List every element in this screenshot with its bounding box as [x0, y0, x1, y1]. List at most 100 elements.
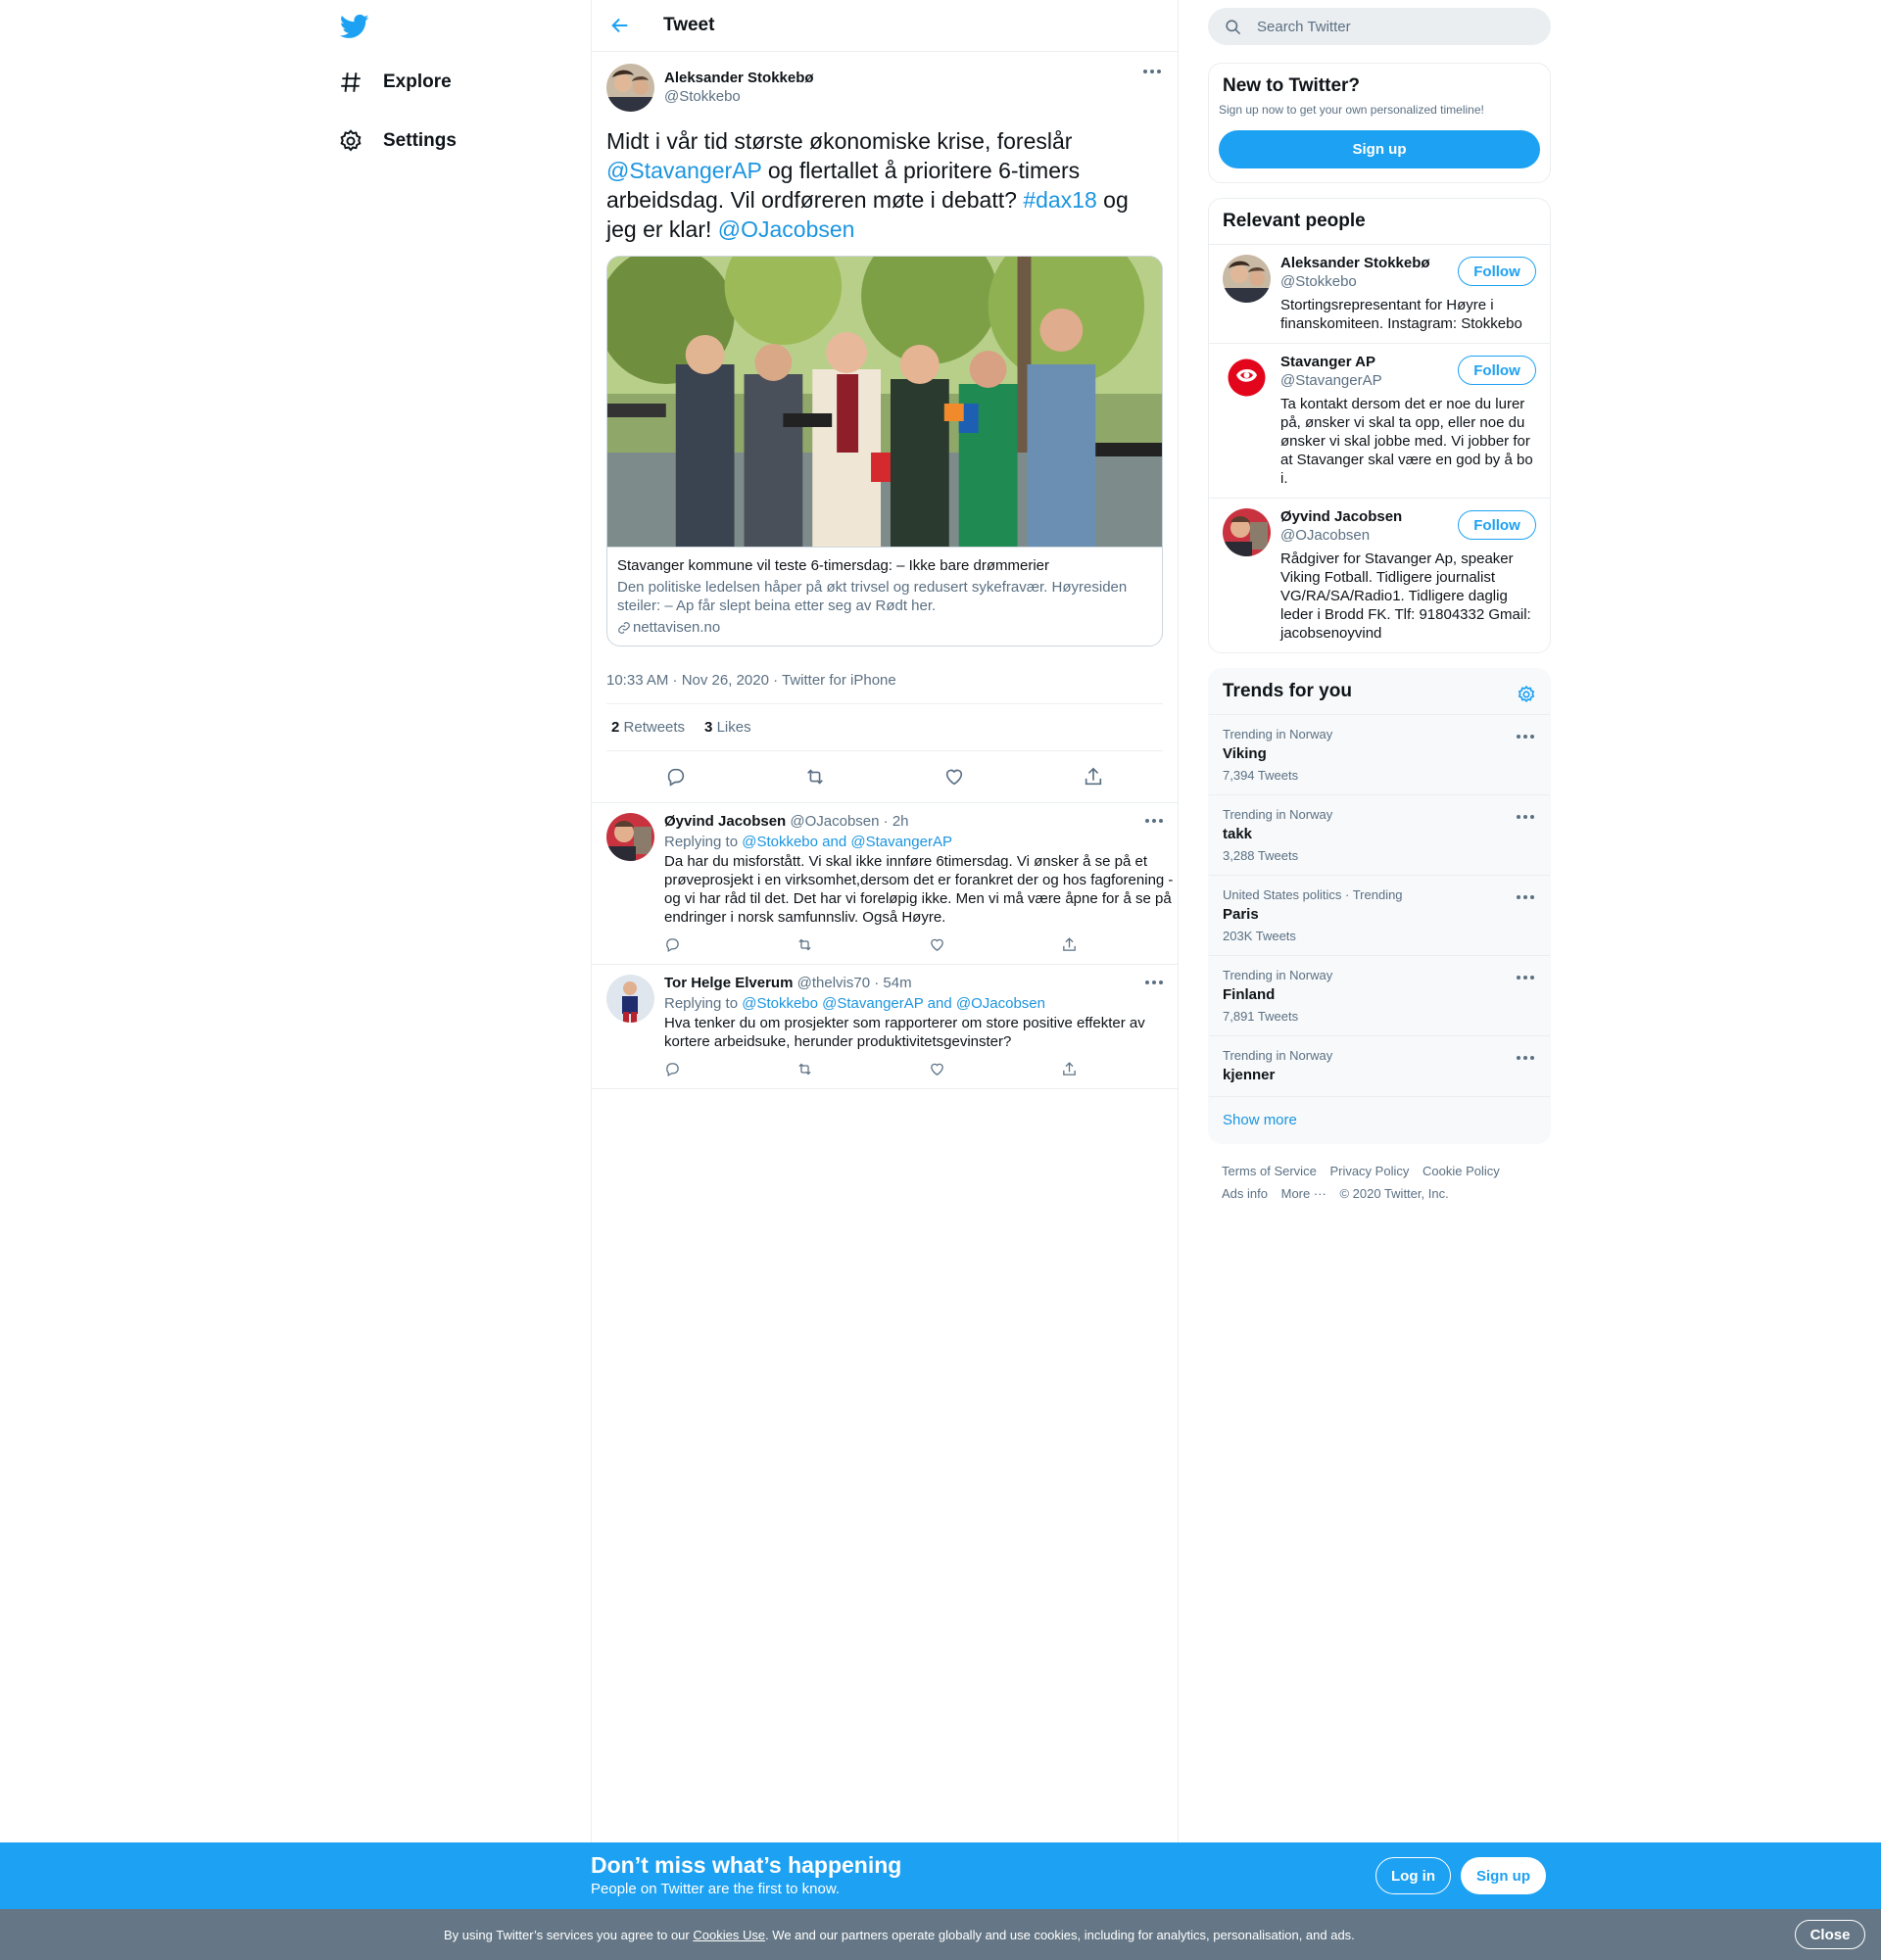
reply-tweet[interactable]: Tor Helge Elverum @thelvis70 · 54m Reply… — [592, 965, 1178, 1089]
likes-count: 3 — [704, 719, 713, 736]
more-options-icon[interactable] — [1145, 980, 1163, 986]
tweet-text-link[interactable]: @StavangerAP — [606, 158, 761, 183]
nav-settings[interactable]: Settings — [338, 121, 457, 161]
retweet-icon[interactable] — [796, 1061, 813, 1077]
reply-author-name[interactable]: Tor Helge Elverum — [664, 975, 793, 991]
search-input[interactable]: Search Twitter — [1208, 8, 1551, 45]
share-icon[interactable] — [1083, 766, 1104, 788]
reply-tweet[interactable]: Øyvind Jacobsen @OJacobsen · 2h Replying… — [592, 803, 1178, 965]
avatar[interactable] — [606, 63, 654, 112]
author-name[interactable]: Aleksander Stokkebø — [664, 70, 814, 86]
main-column: Tweet Aleksander Stokkebø @Stokkebo Midt… — [591, 0, 1179, 1842]
person-card[interactable]: Stavanger AP @StavangerAP Ta kontakt der… — [1209, 343, 1550, 498]
more-options-icon[interactable] — [1517, 1056, 1534, 1062]
trend-count: 3,288 Tweets — [1223, 848, 1299, 863]
nav-explore-label: Explore — [383, 72, 452, 92]
reply-time[interactable]: · 2h — [884, 813, 909, 830]
footer-ads-link[interactable]: Ads info — [1222, 1186, 1268, 1201]
likes-label: Likes — [716, 719, 751, 736]
reply-author-name[interactable]: Øyvind Jacobsen — [664, 813, 786, 830]
more-options-icon[interactable] — [1145, 819, 1163, 825]
sign-up-button[interactable]: Sign up — [1219, 130, 1540, 168]
follow-button[interactable]: Follow — [1458, 257, 1536, 286]
page-title: Tweet — [663, 15, 715, 35]
cookie-close-button[interactable]: Close — [1795, 1920, 1865, 1949]
tweet-text-link[interactable]: @OJacobsen — [718, 216, 855, 242]
search-icon — [1226, 19, 1241, 34]
person-bio: Ta kontakt dersom det er noe du lurer på… — [1280, 396, 1533, 487]
reply-author-handle[interactable]: @OJacobsen — [790, 813, 879, 830]
trend-count: 7,394 Tweets — [1223, 768, 1299, 783]
more-options-icon[interactable] — [1517, 815, 1534, 821]
trend-item[interactable]: United States politics · Trending Paris … — [1209, 875, 1550, 955]
settings-gear-icon[interactable] — [1517, 685, 1536, 704]
new-to-twitter-box: New to Twitter? Sign up now to get your … — [1208, 63, 1551, 183]
retweets-count: 2 — [611, 719, 620, 736]
relevant-people-box: Relevant people Aleksander Stokkebø @Sto… — [1208, 198, 1551, 653]
trend-count: 203K Tweets — [1223, 929, 1296, 943]
trend-item[interactable]: Trending in Norway Finland 7,891 Tweets — [1209, 955, 1550, 1035]
replying-prefix: Replying to — [664, 834, 743, 850]
retweet-icon[interactable] — [796, 936, 813, 953]
twitter-logo-icon[interactable] — [340, 12, 369, 41]
like-icon[interactable] — [929, 936, 945, 953]
like-icon[interactable] — [943, 766, 965, 788]
cookie-text-suffix: . We and our partners operate globally a… — [765, 1928, 1355, 1942]
share-icon[interactable] — [1061, 1061, 1078, 1077]
retweets-label: Retweets — [623, 719, 686, 736]
banner-sign-up-button[interactable]: Sign up — [1461, 1857, 1546, 1894]
more-options-icon[interactable] — [1517, 895, 1534, 901]
banner-title: Don’t miss what’s happening — [591, 1852, 902, 1878]
replying-to-links[interactable]: @Stokkebo and @StavangerAP — [742, 834, 952, 850]
author-handle[interactable]: @Stokkebo — [664, 88, 814, 105]
replying-to-links[interactable]: @Stokkebo @StavangerAP and @OJacobsen — [742, 995, 1045, 1012]
login-button[interactable]: Log in — [1375, 1857, 1451, 1894]
back-arrow-icon[interactable] — [609, 15, 631, 36]
avatar[interactable] — [606, 975, 654, 1023]
likes-stat[interactable]: 3 Likes — [704, 719, 751, 736]
reply-time[interactable]: · 54m — [874, 975, 911, 991]
reply-icon[interactable] — [664, 1061, 681, 1077]
footer-cookie-link[interactable]: Cookie Policy — [1423, 1164, 1500, 1178]
footer-privacy-link[interactable]: Privacy Policy — [1329, 1164, 1409, 1178]
more-options-icon[interactable] — [1143, 70, 1161, 75]
trend-item[interactable]: Trending in Norway Viking 7,394 Tweets — [1209, 714, 1550, 794]
person-card[interactable]: Øyvind Jacobsen @OJacobsen Rådgiver for … — [1209, 498, 1550, 652]
reply-icon[interactable] — [665, 766, 687, 788]
card-description: Den politiske ledelsen håper på økt triv… — [617, 579, 1128, 614]
reply-author-handle[interactable]: @thelvis70 — [797, 975, 870, 991]
main-tweet: Aleksander Stokkebø @Stokkebo Midt i vår… — [592, 52, 1178, 803]
person-card[interactable]: Aleksander Stokkebø @Stokkebo Stortingsr… — [1209, 244, 1550, 343]
tweet-stats: 2 Retweets 3 Likes — [606, 704, 1163, 751]
avatar[interactable] — [1223, 255, 1271, 303]
footer-terms-link[interactable]: Terms of Service — [1222, 1164, 1317, 1178]
avatar[interactable] — [1223, 354, 1271, 402]
link-card[interactable]: Stavanger kommune vil teste 6-timersdag:… — [606, 256, 1163, 646]
trend-name: Finland — [1223, 986, 1276, 1003]
footer-more-link[interactable]: More ··· — [1281, 1186, 1326, 1201]
follow-button[interactable]: Follow — [1458, 356, 1536, 385]
more-options-icon[interactable] — [1517, 976, 1534, 981]
trend-item[interactable]: Trending in Norway kjenner — [1209, 1035, 1550, 1096]
cookie-bar: By using Twitter’s services you agree to… — [0, 1909, 1881, 1960]
like-icon[interactable] — [929, 1061, 945, 1077]
more-options-icon[interactable] — [1517, 735, 1534, 741]
trend-count: 7,891 Tweets — [1223, 1009, 1299, 1024]
cookies-use-link[interactable]: Cookies Use — [693, 1928, 765, 1942]
retweet-icon[interactable] — [804, 766, 826, 788]
trend-item[interactable]: Trending in Norway takk 3,288 Tweets — [1209, 794, 1550, 875]
retweets-stat[interactable]: 2 Retweets — [611, 719, 685, 736]
tweet-timestamp[interactable]: 10:33 AM · Nov 26, 2020 · Twitter for iP… — [606, 658, 1163, 704]
gear-icon — [340, 129, 362, 152]
avatar[interactable] — [606, 813, 654, 861]
follow-button[interactable]: Follow — [1458, 510, 1536, 540]
share-icon[interactable] — [1061, 936, 1078, 953]
nav-explore[interactable]: Explore — [338, 63, 452, 102]
card-domain: nettavisen.no — [633, 619, 721, 636]
new-to-twitter-title: New to Twitter? — [1223, 75, 1361, 96]
tweet-text-link[interactable]: #dax18 — [1023, 187, 1096, 213]
reply-icon[interactable] — [664, 936, 681, 953]
card-title: Stavanger kommune vil teste 6-timersdag:… — [617, 557, 1049, 574]
show-more-link[interactable]: Show more — [1209, 1096, 1550, 1143]
avatar[interactable] — [1223, 508, 1271, 556]
